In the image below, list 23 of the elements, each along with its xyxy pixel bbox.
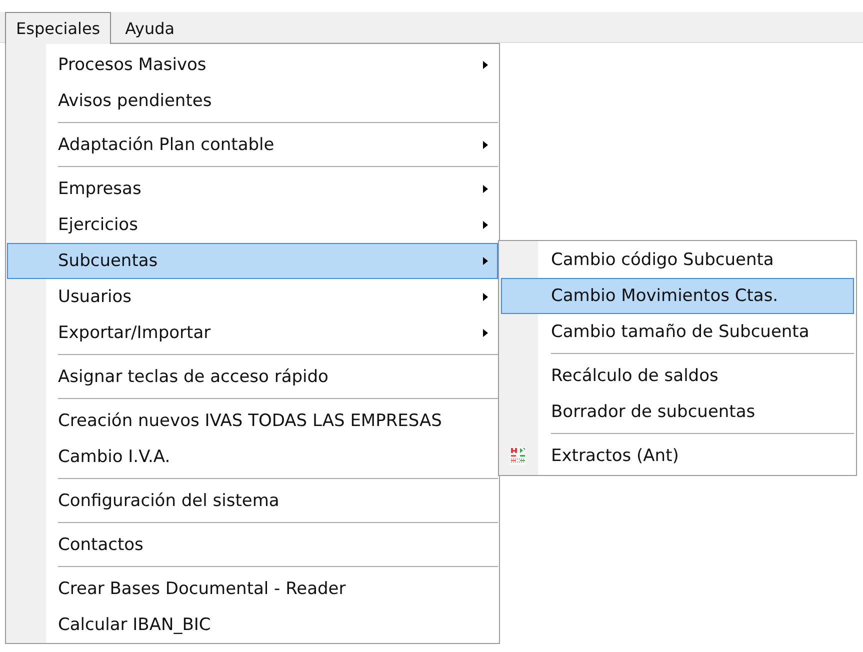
menu-item[interactable]: Cambio I.V.A. bbox=[7, 439, 498, 475]
menu-item[interactable]: Calcular IBAN_BIC bbox=[7, 607, 498, 643]
menu-item[interactable]: Subcuentas bbox=[7, 243, 498, 279]
menu-item[interactable]: Avisos pendientes bbox=[7, 83, 498, 119]
menu-bar-tab[interactable]: Especiales bbox=[5, 12, 112, 44]
menu-item[interactable]: Cambio Movimientos Ctas. bbox=[501, 278, 854, 314]
menu-item[interactable]: Usuarios bbox=[7, 279, 498, 315]
menu-item[interactable]: Empresas bbox=[7, 171, 498, 207]
menu-item[interactable]: Exportar/Importar bbox=[7, 315, 498, 351]
menu-item[interactable]: Extractos (Ant) bbox=[501, 438, 854, 474]
menu-item[interactable]: Borrador de subcuentas bbox=[501, 394, 854, 430]
menu-item[interactable]: Contactos bbox=[7, 527, 498, 563]
menu-item[interactable]: Configuración del sistema bbox=[7, 483, 498, 519]
menu-item[interactable]: Procesos Masivos bbox=[7, 47, 498, 83]
menu-item[interactable]: Adaptación Plan contable bbox=[7, 127, 498, 163]
menu-item[interactable]: Ejercicios bbox=[7, 207, 498, 243]
menu-item[interactable]: Crear Bases Documental - Reader bbox=[7, 571, 498, 607]
menu-item[interactable]: Asignar teclas de acceso rápido bbox=[7, 359, 498, 395]
menu-item[interactable]: Cambio código Subcuenta bbox=[501, 242, 854, 278]
menu-item[interactable]: Cambio tamaño de Subcuenta bbox=[501, 314, 854, 350]
menu-item[interactable]: Creación nuevos IVAS TODAS LAS EMPRESAS bbox=[7, 403, 498, 439]
menu-item[interactable]: Recálculo de saldos bbox=[501, 358, 854, 394]
menu-bar-tab[interactable]: Ayuda bbox=[112, 12, 186, 44]
